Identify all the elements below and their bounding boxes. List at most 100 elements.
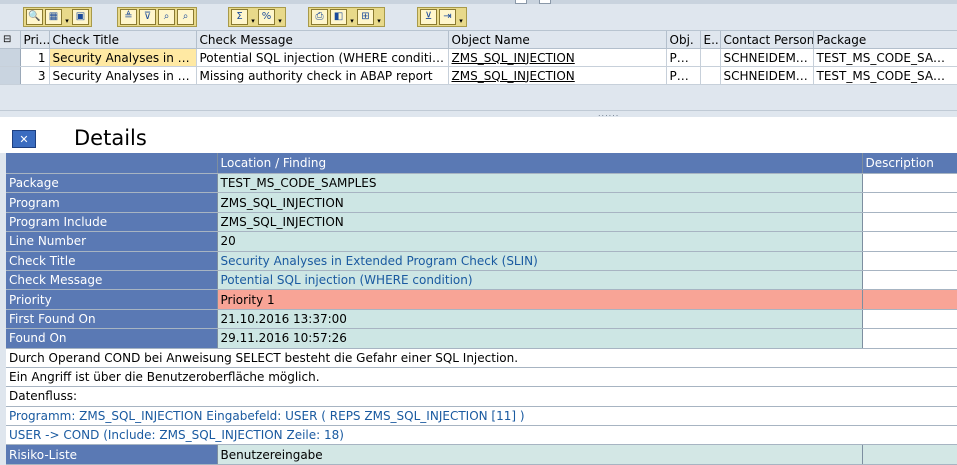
- cell-package: TEST_MS_CODE_SAMPL...: [813, 66, 957, 85]
- detail-label: Program Include: [6, 212, 218, 233]
- column-header-check-message[interactable]: Check Message: [196, 31, 449, 49]
- cell-check-title[interactable]: Security Analyses in Ext...: [49, 48, 197, 67]
- detail-label: Program: [6, 192, 218, 213]
- magnifier-icon[interactable]: 🔍: [26, 9, 43, 25]
- detail-row-line-number: Line Number 20: [6, 231, 957, 252]
- detail-description: [862, 212, 957, 233]
- detail-description: [862, 251, 957, 271]
- detail-value: 21.10.2016 13:37:00: [217, 309, 863, 330]
- detail-text-row: Programm: ZMS_SQL_INJECTION Eingabefeld:…: [6, 406, 957, 427]
- toolbar-group-details: 🔍 ▦ ▾ ▣: [23, 7, 92, 27]
- column-header-object-name[interactable]: Object Name: [448, 31, 667, 49]
- detail-value: 20: [217, 231, 863, 252]
- detail-value: Potential SQL injection (WHERE condition…: [217, 270, 863, 291]
- dropdown-arrow-icon[interactable]: ▾: [277, 9, 283, 25]
- detail-text-row: Ein Angriff ist über die Benutzeroberflä…: [6, 367, 957, 388]
- detail-description: [862, 270, 957, 291]
- details-header: ✕ Details: [0, 117, 957, 153]
- find-icon[interactable]: ⌕: [158, 9, 175, 25]
- detail-value: Benutzereingabe: [217, 444, 863, 465]
- header-description: Description: [862, 153, 957, 174]
- view-icon[interactable]: ◧: [330, 9, 347, 25]
- detail-row-program: Program ZMS_SQL_INJECTION: [6, 192, 957, 213]
- cell-object-name-link[interactable]: ZMS_SQL_INJECTION: [448, 48, 667, 67]
- detail-label: Found On: [6, 328, 218, 349]
- dropdown-arrow-icon[interactable]: ▾: [458, 9, 464, 25]
- table-row[interactable]: 3 Security Analyses in Ext... Missing au…: [0, 66, 957, 85]
- filter-settings-icon[interactable]: ⊻: [420, 9, 437, 25]
- column-header-obj[interactable]: Obj.: [666, 31, 701, 49]
- cell-package: TEST_MS_CODE_SAMPL...: [813, 48, 957, 67]
- detail-value: Security Analyses in Extended Program Ch…: [217, 251, 863, 271]
- data-flow-link[interactable]: Programm: ZMS_SQL_INJECTION Eingabefeld:…: [6, 406, 957, 427]
- detail-label: Priority: [6, 289, 218, 310]
- detail-description: [862, 192, 957, 213]
- column-header-e[interactable]: E...: [700, 31, 721, 49]
- alv-toolbar: 🔍 ▦ ▾ ▣ ≜ ⊽ ⌕ ⌕ Σ ▾ % ▾ ⎙ ◧ ▾ ⊞ ▾ ⊻ ⇥ ▾: [0, 4, 957, 31]
- table-row[interactable]: 1 Security Analyses in Ext... Potential …: [0, 48, 957, 67]
- column-header-check-title[interactable]: Check Title: [49, 31, 197, 49]
- details-header-row: Location / Finding Description: [6, 153, 957, 174]
- detail-description: [862, 289, 957, 310]
- row-selector[interactable]: [0, 48, 21, 67]
- column-header-package[interactable]: Package: [813, 31, 957, 49]
- find-next-icon[interactable]: ⌕: [177, 9, 194, 25]
- header-location: Location / Finding: [217, 153, 863, 174]
- cell-pri: 1: [20, 48, 50, 67]
- row-selector[interactable]: [0, 66, 21, 85]
- detail-text-row: Datenfluss:: [6, 386, 957, 407]
- header-label-cell: [6, 153, 218, 174]
- priority-badge: Priority 1: [217, 289, 863, 310]
- details-table: Location / Finding Description Package T…: [6, 153, 957, 465]
- toolbar-group-sum: Σ ▾ % ▾: [228, 7, 286, 27]
- detail-description: [862, 309, 957, 330]
- detail-description: [862, 444, 957, 465]
- cell-object-name-link[interactable]: ZMS_SQL_INJECTION: [448, 66, 667, 85]
- detail-text-row: USER -> COND (Include: ZMS_SQL_INJECTION…: [6, 425, 957, 446]
- cell-check-message: Potential SQL injection (WHERE condition…: [196, 48, 449, 67]
- dropdown-arrow-icon[interactable]: ▾: [349, 9, 355, 25]
- detail-label: First Found On: [6, 309, 218, 330]
- detail-row-priority: Priority Priority 1: [6, 289, 957, 310]
- window-icon[interactable]: ▣: [72, 9, 89, 25]
- detail-value: ZMS_SQL_INJECTION: [217, 212, 863, 233]
- grid-header-row: ⊟ Pri... Check Title Check Message Objec…: [0, 31, 957, 49]
- cell-contact-person: SCHNEIDEMIC0: [720, 66, 814, 85]
- dropdown-arrow-icon[interactable]: ▾: [376, 9, 382, 25]
- cell-obj: PROG: [666, 48, 701, 67]
- sort-ascending-icon[interactable]: ≜: [120, 9, 137, 25]
- print-icon[interactable]: ⎙: [311, 9, 328, 25]
- detail-row-risk-list: Risiko-Liste Benutzereingabe: [6, 444, 957, 465]
- export-icon[interactable]: ⊞: [357, 9, 374, 25]
- toolbar-group-sort: ≜ ⊽ ⌕ ⌕: [117, 7, 197, 27]
- detail-row-package: Package TEST_MS_CODE_SAMPLES: [6, 173, 957, 194]
- detail-description: [862, 231, 957, 252]
- layout-icon[interactable]: ▦: [45, 9, 62, 25]
- dropdown-arrow-icon[interactable]: ▾: [250, 9, 256, 25]
- toolbar-group-output: ⎙ ◧ ▾ ⊞ ▾: [308, 7, 385, 27]
- filter-icon[interactable]: ⊽: [139, 9, 156, 25]
- dropdown-arrow-icon[interactable]: ▾: [64, 9, 70, 25]
- cell-check-title[interactable]: Security Analyses in Ext...: [49, 66, 197, 85]
- select-all-icon[interactable]: ⊟: [0, 31, 21, 49]
- close-details-button[interactable]: ✕: [12, 130, 36, 148]
- detail-value: 29.11.2016 10:57:26: [217, 328, 863, 349]
- close-icon: ✕: [19, 132, 29, 146]
- cell-e: [700, 66, 721, 85]
- detail-text-line: Datenfluss:: [6, 386, 957, 407]
- subtotal-icon[interactable]: %: [258, 9, 275, 25]
- findings-grid: ⊟ Pri... Check Title Check Message Objec…: [0, 31, 957, 87]
- column-header-pri[interactable]: Pri...: [20, 31, 50, 49]
- detail-row-check-message: Check Message Potential SQL injection (W…: [6, 270, 957, 291]
- data-flow-link[interactable]: USER -> COND (Include: ZMS_SQL_INJECTION…: [6, 425, 957, 446]
- sum-icon[interactable]: Σ: [231, 9, 248, 25]
- cell-check-message: Missing authority check in ABAP report: [196, 66, 449, 85]
- detail-description: [862, 328, 957, 349]
- details-title: Details: [74, 126, 147, 150]
- detail-label: Line Number: [6, 231, 218, 252]
- navigate-icon[interactable]: ⇥: [439, 9, 456, 25]
- column-header-contact-person[interactable]: Contact Person: [720, 31, 814, 49]
- detail-label: Package: [6, 173, 218, 194]
- cell-obj: PROG: [666, 66, 701, 85]
- detail-text-row: Durch Operand COND bei Anweisung SELECT …: [6, 348, 957, 368]
